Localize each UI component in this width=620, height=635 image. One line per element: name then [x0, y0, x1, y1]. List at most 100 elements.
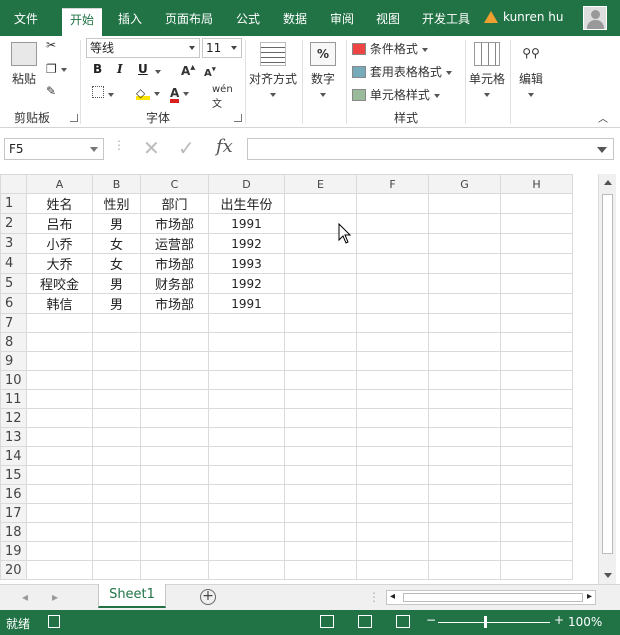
cell[interactable] — [92, 313, 141, 333]
tab-data[interactable]: 数据 — [275, 8, 315, 30]
cell[interactable]: 市场部 — [140, 213, 209, 234]
cell[interactable] — [500, 370, 573, 390]
phonetic-button[interactable]: wén 文 — [212, 84, 233, 110]
cell[interactable]: 程咬金 — [26, 273, 93, 294]
row-header[interactable]: 11 — [0, 389, 27, 409]
cell[interactable]: 出生年份 — [208, 193, 285, 214]
zoom-out-button[interactable]: − — [426, 613, 436, 627]
horizontal-scrollbar[interactable]: ◂ ▸ — [386, 590, 596, 605]
cell[interactable] — [208, 427, 285, 447]
scroll-left-icon[interactable]: ◂ — [390, 591, 395, 602]
cell[interactable]: 财务部 — [140, 273, 209, 294]
font-launcher-icon[interactable] — [234, 114, 242, 122]
cell[interactable] — [500, 313, 573, 333]
cell[interactable] — [92, 389, 141, 409]
cell[interactable] — [356, 351, 429, 371]
cell[interactable] — [284, 446, 357, 466]
editing-button[interactable]: ⚲⚲ 编辑 — [514, 42, 548, 101]
cell[interactable] — [500, 503, 573, 523]
row-header[interactable]: 7 — [0, 313, 27, 333]
cell[interactable] — [26, 484, 93, 504]
row-header[interactable]: 20 — [0, 560, 27, 580]
column-header[interactable]: A — [26, 174, 93, 194]
cell[interactable] — [500, 446, 573, 466]
row-header[interactable]: 8 — [0, 332, 27, 352]
cell[interactable] — [428, 522, 501, 542]
tab-formulas[interactable]: 公式 — [228, 8, 268, 30]
cell[interactable] — [500, 233, 573, 254]
cell[interactable] — [284, 427, 357, 447]
page-break-view-icon[interactable] — [396, 615, 410, 628]
scroll-down-icon[interactable] — [604, 573, 612, 578]
cell[interactable]: 男 — [92, 213, 141, 234]
tab-view[interactable]: 视图 — [368, 8, 408, 30]
formula-input[interactable] — [247, 138, 614, 160]
tab-home[interactable]: 开始 — [62, 8, 103, 36]
cell[interactable] — [26, 465, 93, 485]
number-format-button[interactable]: % 数字 — [306, 42, 340, 101]
increase-font-button[interactable]: A▴ — [181, 62, 195, 78]
row-header[interactable]: 16 — [0, 484, 27, 504]
cell[interactable] — [428, 560, 501, 580]
cell[interactable] — [356, 233, 429, 254]
cell[interactable]: 性别 — [92, 193, 141, 214]
collapse-ribbon-button[interactable]: ︿ — [598, 110, 608, 125]
cell[interactable] — [500, 193, 573, 214]
cell[interactable] — [428, 541, 501, 561]
cell[interactable] — [92, 370, 141, 390]
cell[interactable]: 小乔 — [26, 233, 93, 254]
cell[interactable] — [356, 427, 429, 447]
cell[interactable] — [356, 522, 429, 542]
cell[interactable] — [208, 446, 285, 466]
avatar[interactable] — [583, 6, 607, 30]
cell[interactable] — [92, 408, 141, 428]
cell[interactable] — [428, 313, 501, 333]
cell[interactable] — [500, 522, 573, 542]
cell[interactable] — [356, 193, 429, 214]
row-header[interactable]: 13 — [0, 427, 27, 447]
cell[interactable] — [500, 351, 573, 371]
cell[interactable] — [428, 233, 501, 254]
conditional-format-button[interactable]: 条件格式 — [352, 40, 428, 57]
italic-button[interactable]: I — [117, 62, 123, 76]
cell[interactable] — [208, 503, 285, 523]
cell[interactable] — [92, 484, 141, 504]
cell[interactable] — [428, 273, 501, 294]
cells-button[interactable]: 单元格 — [468, 42, 506, 101]
column-header[interactable]: B — [92, 174, 141, 194]
cell[interactable] — [356, 332, 429, 352]
cell[interactable]: 韩信 — [26, 293, 93, 314]
worksheet-grid[interactable]: A B C D E F G H 1 姓名 性别 部门 出生年份 2 吕布男市场部 1991 3 小… — [0, 174, 600, 584]
cell[interactable] — [284, 313, 357, 333]
cell[interactable] — [26, 351, 93, 371]
cell[interactable] — [500, 253, 573, 274]
cell[interactable] — [140, 313, 209, 333]
cell[interactable] — [284, 560, 357, 580]
cell[interactable] — [208, 560, 285, 580]
enter-icon[interactable]: ✓ — [178, 136, 195, 160]
name-box[interactable]: F5 — [4, 138, 104, 160]
cell[interactable] — [26, 446, 93, 466]
paste-button[interactable]: 粘贴 — [8, 42, 40, 87]
underline-button[interactable]: U — [138, 62, 148, 76]
cell[interactable] — [26, 522, 93, 542]
cell[interactable] — [356, 541, 429, 561]
next-sheet-icon[interactable]: ▸ — [52, 590, 58, 604]
cell[interactable] — [284, 484, 357, 504]
cell[interactable] — [284, 351, 357, 371]
cell[interactable] — [92, 465, 141, 485]
column-header[interactable]: F — [356, 174, 429, 194]
row-header[interactable]: 12 — [0, 408, 27, 428]
cell[interactable] — [26, 389, 93, 409]
cell[interactable] — [500, 273, 573, 294]
column-header[interactable]: D — [208, 174, 285, 194]
cell[interactable] — [284, 370, 357, 390]
expand-formula-icon[interactable] — [597, 147, 607, 153]
cell[interactable] — [92, 503, 141, 523]
cell[interactable] — [428, 370, 501, 390]
row-header[interactable]: 6 — [0, 293, 27, 314]
format-as-table-button[interactable]: 套用表格格式 — [352, 63, 452, 80]
cell[interactable] — [284, 193, 357, 214]
user-account[interactable]: kunren hu — [484, 10, 563, 24]
row-header[interactable]: 17 — [0, 503, 27, 523]
